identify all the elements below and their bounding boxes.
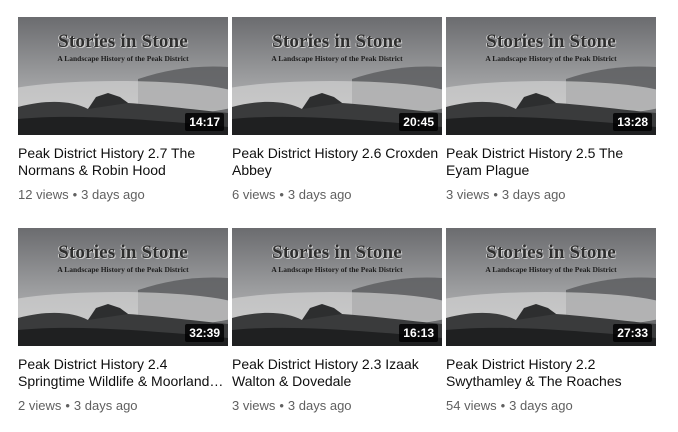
video-title-link[interactable]: Peak District History 2.6 Croxden Abbey (232, 145, 442, 179)
duration-badge: 32:39 (185, 324, 224, 342)
upload-age: 3 days ago (287, 398, 352, 413)
video-metadata: 6 views • 3 days ago (232, 187, 442, 203)
view-count: 2 views (18, 398, 62, 413)
video-metadata: 54 views • 3 days ago (446, 398, 656, 414)
upload-age: 3 days ago (287, 187, 352, 202)
video-title-link[interactable]: Peak District History 2.5 The Eyam Plagu… (446, 145, 656, 179)
video-card[interactable]: Stories in Stone A Landscape History of … (446, 17, 656, 203)
thumbnail-title-text: Stories in Stone (272, 31, 402, 52)
separator-dot: • (279, 187, 284, 202)
duration-badge: 14:17 (185, 113, 224, 131)
video-title-link[interactable]: Peak District History 2.2 Swythamley & T… (446, 356, 656, 390)
separator-dot: • (72, 187, 78, 202)
thumbnail-subtitle-text: A Landscape History of the Peak District (57, 265, 189, 274)
view-count: 54 views (446, 398, 497, 413)
thumbnail-subtitle-text: A Landscape History of the Peak District (271, 54, 403, 63)
video-thumbnail[interactable]: Stories in Stone A Landscape History of … (232, 17, 442, 135)
thumbnail-subtitle-text: A Landscape History of the Peak District (57, 54, 189, 63)
video-card[interactable]: Stories in Stone A Landscape History of … (446, 228, 656, 414)
view-count: 6 views (232, 187, 276, 202)
thumbnail-title-text: Stories in Stone (58, 242, 188, 263)
thumbnail-subtitle-text: A Landscape History of the Peak District (485, 265, 617, 274)
video-thumbnail[interactable]: Stories in Stone A Landscape History of … (18, 228, 228, 346)
thumbnail-title-text: Stories in Stone (272, 242, 402, 263)
video-metadata: 2 views • 3 days ago (18, 398, 228, 414)
duration-badge: 13:28 (613, 113, 652, 131)
video-grid: Stories in Stone A Landscape History of … (0, 0, 678, 432)
view-count: 12 views (18, 187, 69, 202)
video-card[interactable]: Stories in Stone A Landscape History of … (232, 17, 442, 203)
thumbnail-title-text: Stories in Stone (486, 242, 616, 263)
video-card[interactable]: Stories in Stone A Landscape History of … (18, 17, 228, 203)
video-metadata: 3 views • 3 days ago (446, 187, 656, 203)
thumbnail-subtitle-text: A Landscape History of the Peak District (271, 265, 403, 274)
thumbnail-subtitle-text: A Landscape History of the Peak District (485, 54, 617, 63)
video-card[interactable]: Stories in Stone A Landscape History of … (232, 228, 442, 414)
video-metadata: 3 views • 3 days ago (232, 398, 442, 414)
separator-dot: • (493, 187, 498, 202)
duration-badge: 16:13 (399, 324, 438, 342)
video-title-link[interactable]: Peak District History 2.7 The Normans & … (18, 145, 228, 179)
duration-badge: 27:33 (613, 324, 652, 342)
upload-age: 3 days ago (81, 187, 145, 202)
upload-age: 3 days ago (501, 187, 566, 202)
video-thumbnail[interactable]: Stories in Stone A Landscape History of … (446, 228, 656, 346)
duration-badge: 20:45 (399, 113, 438, 131)
view-count: 3 views (446, 187, 490, 202)
thumbnail-title-text: Stories in Stone (486, 31, 616, 52)
video-card[interactable]: Stories in Stone A Landscape History of … (18, 228, 228, 414)
video-thumbnail[interactable]: Stories in Stone A Landscape History of … (446, 17, 656, 135)
upload-age: 3 days ago (509, 398, 573, 413)
video-title-link[interactable]: Peak District History 2.4 Springtime Wil… (18, 356, 228, 390)
view-count: 3 views (232, 398, 276, 413)
video-thumbnail[interactable]: Stories in Stone A Landscape History of … (232, 228, 442, 346)
video-thumbnail[interactable]: Stories in Stone A Landscape History of … (18, 17, 228, 135)
video-metadata: 12 views • 3 days ago (18, 187, 228, 203)
separator-dot: • (500, 398, 506, 413)
thumbnail-title-text: Stories in Stone (58, 31, 188, 52)
separator-dot: • (65, 398, 70, 413)
separator-dot: • (279, 398, 284, 413)
upload-age: 3 days ago (73, 398, 138, 413)
video-title-link[interactable]: Peak District History 2.3 Izaak Walton &… (232, 356, 442, 390)
